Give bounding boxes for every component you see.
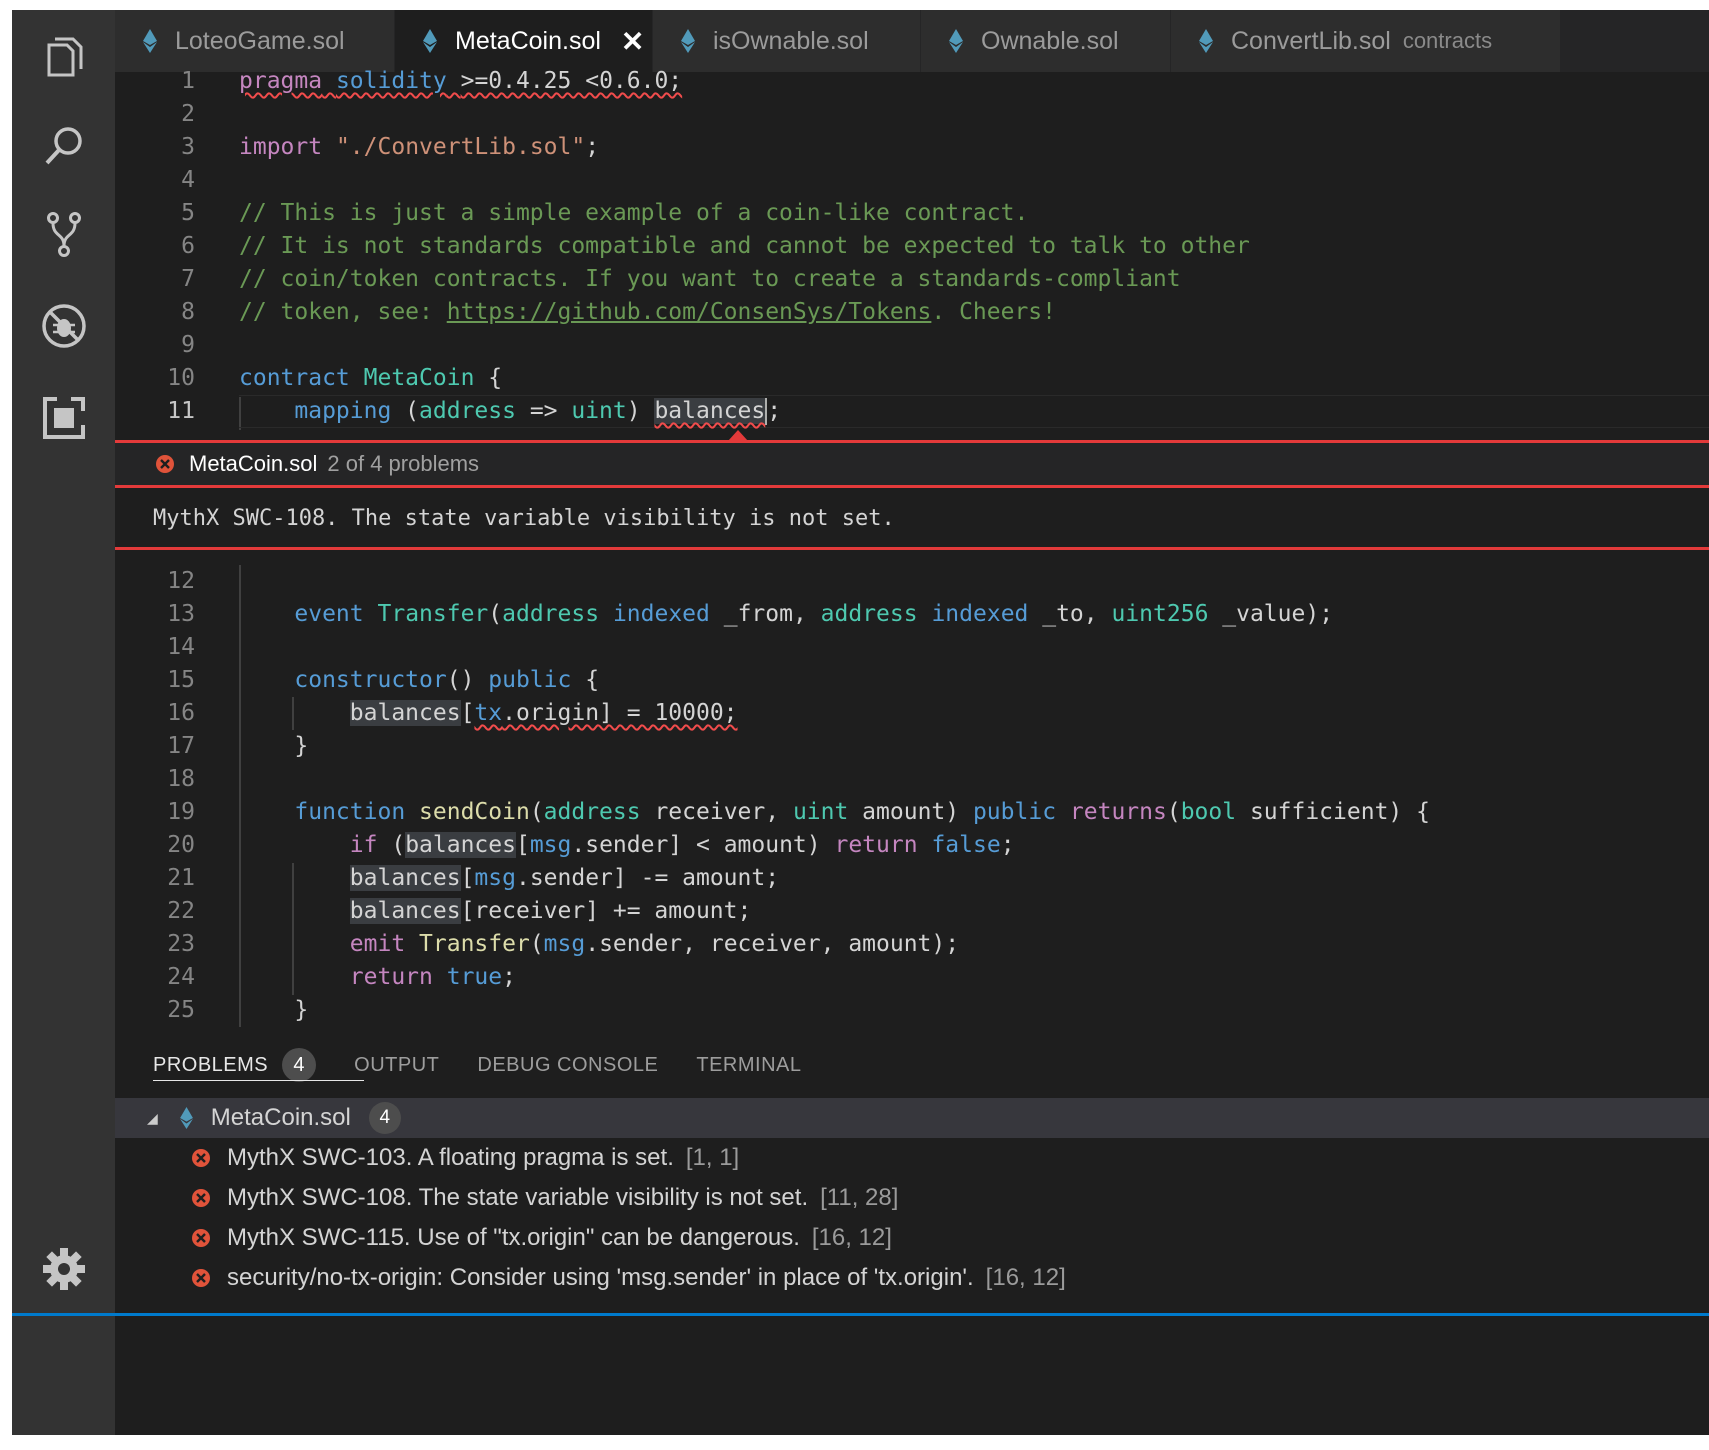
code-line: 9 (181, 332, 195, 358)
code-line: 17 } (167, 733, 309, 759)
extensions-icon[interactable] (38, 392, 90, 444)
code-line: 18 (167, 766, 195, 792)
tab-label: ConvertLib.sol (1231, 26, 1391, 55)
code-line: 22 balances[receiver] += amount; (167, 898, 752, 924)
problems-file-name: MetaCoin.sol (210, 1104, 351, 1131)
error-icon (192, 1229, 210, 1247)
editor-window: LoteoGame.sol MetaCoin.sol ✕ isOwnable.s… (12, 10, 1709, 1435)
error-icon (192, 1149, 210, 1167)
code-line: 23 emit Transfer(msg.sender, receiver, a… (167, 931, 960, 957)
code-line: 21 balances[msg.sender] -= amount; (167, 865, 780, 891)
ethereum-file-icon (179, 1107, 193, 1129)
code-line: 20 if (balances[msg.sender] < amount) re… (167, 832, 1015, 858)
tab-label: Ownable.sol (981, 26, 1119, 55)
code-line: 1 pragma solidity >=0.4.25 <0.6.0; (181, 68, 683, 94)
tab-convertlib[interactable]: ConvertLib.sol contracts (1171, 10, 1561, 72)
peek-message: MythX SWC-108. The state variable visibi… (115, 488, 1709, 547)
code-line: 8 // token, see: https://github.com/Cons… (181, 299, 1056, 325)
tab-label: LoteoGame.sol (175, 26, 345, 55)
error-icon (192, 1189, 210, 1207)
code-line: 6// It is not standards compatible and c… (181, 233, 1250, 259)
problem-item[interactable]: MythX SWC-108. The state variable visibi… (115, 1178, 1709, 1218)
comment-link[interactable]: https://github.com/ConsenSys/Tokens (447, 299, 932, 325)
file-problem-count-badge: 4 (368, 1102, 401, 1134)
ethereum-file-icon (681, 29, 695, 53)
peek-arrow (728, 430, 748, 441)
error-icon (156, 455, 174, 473)
code-line: 13 event Transfer(address indexed _from,… (167, 601, 1334, 627)
tab-isownable[interactable]: isOwnable.sol (653, 10, 921, 72)
code-line: 4 (181, 167, 195, 193)
code-line: 5// This is just a simple example of a c… (181, 200, 1029, 226)
tab-label: isOwnable.sol (713, 26, 869, 55)
code-line: 15 constructor() public { (167, 667, 600, 693)
explorer-icon[interactable] (38, 30, 90, 82)
source-control-icon[interactable] (38, 208, 90, 260)
peek-header: MetaCoin.sol 2 of 4 problems (115, 443, 1709, 485)
tab-loteogame[interactable]: LoteoGame.sol (115, 10, 395, 72)
peek-file-name: MetaCoin.sol (189, 451, 318, 476)
collapse-triangle-icon[interactable]: ◢ (147, 1110, 158, 1127)
problem-item[interactable]: MythX SWC-115. Use of "tx.origin" can be… (115, 1218, 1709, 1258)
code-line: 19 function sendCoin(address receiver, u… (167, 799, 1430, 825)
error-icon (192, 1269, 210, 1287)
ethereum-file-icon (1199, 29, 1213, 53)
tab-metacoin[interactable]: MetaCoin.sol ✕ (395, 10, 653, 72)
close-tab-icon[interactable]: ✕ (621, 25, 644, 58)
code-line: 3 import "./ConvertLib.sol"; (181, 134, 600, 160)
peek-problem-count: 2 of 4 problems (327, 451, 480, 476)
code-line: 24 return true; (167, 964, 516, 990)
code-line-current: 11 mapping (address => uint) balances; (115, 395, 1709, 428)
code-editor-upper[interactable]: 1 pragma solidity >=0.4.25 <0.6.0; 2 3 i… (115, 65, 1709, 440)
peek-border-bottom (115, 547, 1709, 550)
code-line: 12 (167, 568, 195, 594)
panel-tab-bar: PROBLEMS 4 OUTPUT DEBUG CONSOLE TERMINAL (115, 1035, 1709, 1095)
code-editor-lower[interactable]: 12 13 event Transfer(address indexed _fr… (115, 565, 1709, 1035)
problem-item[interactable]: security/no-tx-origin: Consider using 'm… (115, 1258, 1709, 1298)
tab-ownable[interactable]: Ownable.sol (921, 10, 1171, 72)
problems-count-badge: 4 (282, 1048, 317, 1082)
tab-description: contracts (1402, 28, 1493, 53)
tab-problems[interactable]: PROBLEMS 4 (153, 1035, 365, 1095)
debug-icon[interactable] (38, 300, 90, 352)
ethereum-file-icon (423, 29, 437, 53)
tab-label: MetaCoin.sol (455, 26, 601, 55)
search-icon[interactable] (38, 120, 90, 172)
tab-terminal[interactable]: TERMINAL (696, 1035, 801, 1095)
code-line: 14 (167, 634, 195, 660)
code-line: 25 } (167, 997, 309, 1023)
ethereum-file-icon (143, 29, 157, 53)
tab-output[interactable]: OUTPUT (354, 1035, 439, 1095)
activity-bar (12, 10, 115, 1435)
status-bar-edge (12, 1313, 1709, 1316)
problem-item[interactable]: MythX SWC-103. A floating pragma is set.… (115, 1138, 1709, 1178)
code-line: 16 balances[tx.origin] = 10000; (167, 700, 738, 726)
problems-file-group[interactable]: ◢ MetaCoin.sol 4 (115, 1098, 1709, 1138)
editor-tab-bar: LoteoGame.sol MetaCoin.sol ✕ isOwnable.s… (115, 10, 1709, 72)
code-line: 10 contract MetaCoin { (167, 365, 503, 391)
tab-debug-console[interactable]: DEBUG CONSOLE (477, 1035, 658, 1095)
code-line: 2 (181, 101, 195, 127)
code-line: 7// coin/token contracts. If you want to… (181, 266, 1181, 292)
ethereum-file-icon (949, 29, 963, 53)
settings-gear-icon[interactable] (38, 1243, 90, 1295)
